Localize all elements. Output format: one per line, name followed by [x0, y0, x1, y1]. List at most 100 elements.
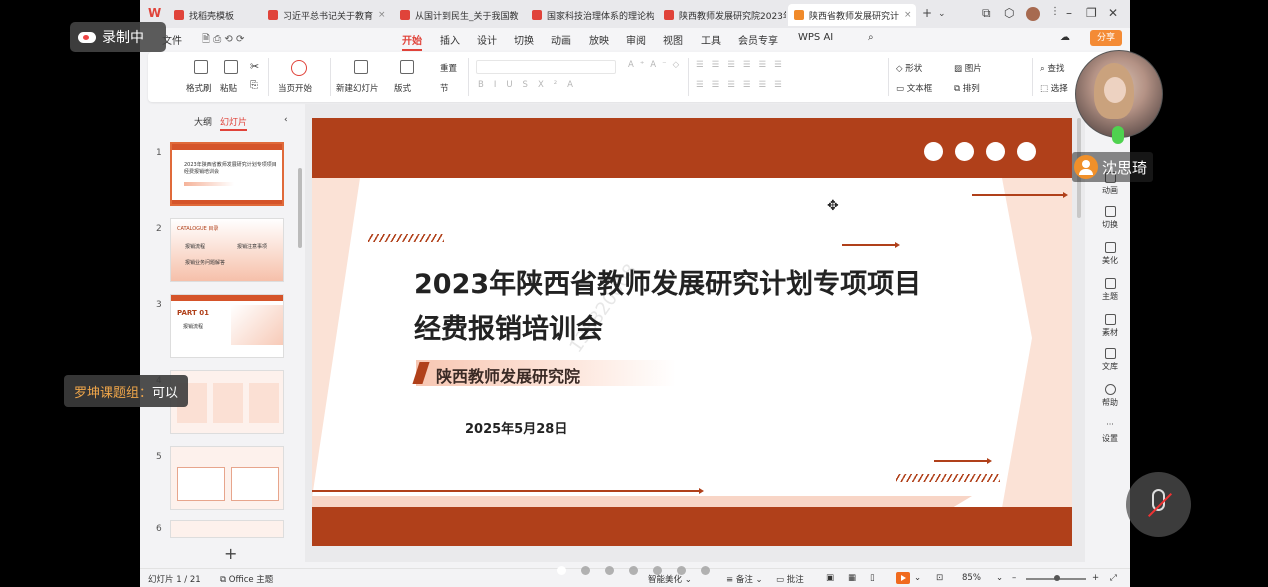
slide-editor-canvas[interactable]: 138820008 2023年陕西省教师发展研究计划专项项目 经费报销培训会 陕…: [305, 104, 1085, 562]
pane-beautify[interactable]: 美化: [1095, 242, 1125, 266]
sync-icon[interactable]: ☁: [1060, 32, 1070, 43]
page-indicator-dot[interactable]: [605, 566, 614, 575]
normal-view-icon[interactable]: ▣: [826, 573, 834, 583]
minimize-icon[interactable]: –: [1066, 6, 1072, 20]
reset-button[interactable]: 重置: [440, 62, 457, 74]
menu-member[interactable]: 会员专享: [738, 32, 778, 47]
format-painter-button[interactable]: 格式刷: [186, 82, 212, 94]
font-name-select[interactable]: [476, 60, 616, 74]
menu-wps-ai[interactable]: WPS AI: [798, 32, 833, 43]
alignment-buttons[interactable]: ☰☰☰☰☰☰: [696, 80, 790, 90]
layout-button[interactable]: 版式: [394, 82, 411, 94]
zoom-slider-knob[interactable]: [1054, 575, 1060, 581]
textbox-button[interactable]: ▭ 文本框: [896, 82, 932, 94]
cube-icon[interactable]: ⬡: [1004, 6, 1014, 20]
zoom-menu-icon[interactable]: ⌄: [996, 573, 1003, 583]
close-window-icon[interactable]: ✕: [1108, 6, 1118, 20]
zoom-in-icon[interactable]: +: [1092, 573, 1099, 583]
menu-insert[interactable]: 插入: [440, 32, 460, 47]
wps-logo-icon[interactable]: W: [148, 6, 164, 22]
page-indicator-dot[interactable]: [581, 566, 590, 575]
tab-outline[interactable]: 大纲: [194, 115, 212, 128]
page-indicator-dot[interactable]: [629, 566, 638, 575]
page-indicator-dot[interactable]: [557, 566, 566, 575]
play-slideshow-button[interactable]: [896, 572, 910, 584]
from-current-button[interactable]: 当页开始: [278, 82, 312, 94]
slide-title[interactable]: 2023年陕西省教师发展研究计划专项项目 经费报销培训会: [414, 262, 921, 352]
tab-doc-5[interactable]: 陕西教师发展研究院2023年: [658, 4, 786, 26]
arrange-button[interactable]: ⧉ 排列: [954, 82, 980, 94]
page-indicator-dot[interactable]: [653, 566, 662, 575]
menu-slideshow[interactable]: 放映: [589, 32, 609, 47]
paste-button[interactable]: 粘贴: [220, 82, 237, 94]
cut-icon[interactable]: ✂: [250, 60, 259, 73]
paragraph-buttons[interactable]: ☰☰☰☰☰☰: [696, 60, 790, 70]
menu-design[interactable]: 设计: [477, 32, 497, 47]
tab-doc-4[interactable]: 国家科技治理体系的理论构: [526, 4, 654, 26]
close-icon[interactable]: ×: [904, 10, 912, 20]
font-style-buttons[interactable]: BIUSX²A: [478, 80, 583, 90]
window-icon[interactable]: ⧉: [982, 6, 991, 21]
comments-button[interactable]: ▭ 批注: [776, 573, 804, 585]
slide-thumbnail-2[interactable]: CATALOGUE 目录 报销流程 报销注意事项 报销业务问题解答: [170, 218, 284, 282]
pane-help[interactable]: 帮助: [1095, 384, 1125, 408]
zoom-out-icon[interactable]: –: [1012, 573, 1016, 583]
chevron-down-icon[interactable]: ⌄: [914, 573, 921, 583]
theme-label[interactable]: ⧉ Office 主题: [220, 573, 273, 585]
pane-transition[interactable]: 切换: [1095, 206, 1125, 230]
collapse-panel-icon[interactable]: ‹: [284, 115, 288, 125]
fit-window-icon[interactable]: ⊡: [936, 573, 943, 583]
new-tab-icon[interactable]: +: [922, 6, 932, 20]
tab-doc-3[interactable]: 从国计到民生_关于我国教: [394, 4, 522, 26]
menu-review[interactable]: 审阅: [626, 32, 646, 47]
slide-thumbnail-5[interactable]: [170, 446, 284, 510]
close-icon[interactable]: ×: [378, 10, 386, 20]
current-slide[interactable]: 138820008 2023年陕西省教师发展研究计划专项项目 经费报销培训会 陕…: [312, 118, 1072, 546]
recording-indicator[interactable]: 录制中: [70, 22, 166, 52]
participant-video-thumbnail[interactable]: [1075, 50, 1163, 138]
search-icon[interactable]: ⌕: [868, 32, 874, 43]
menu-transition[interactable]: 切换: [514, 32, 534, 47]
mute-microphone-button[interactable]: [1126, 472, 1191, 537]
pane-library[interactable]: 文库: [1095, 348, 1125, 372]
share-button[interactable]: 分享: [1090, 30, 1122, 46]
tab-docer[interactable]: 找稻壳模板: [168, 4, 258, 26]
copy-icon[interactable]: ⎘: [250, 80, 258, 91]
organization-name[interactable]: 陕西教师发展研究院: [436, 363, 580, 387]
select-button[interactable]: ⬚ 选择: [1040, 82, 1068, 94]
slide-thumbnail-1[interactable]: 2023年陕西省教师发展研究计划专项项目经费报销培训会: [170, 142, 284, 206]
notes-button[interactable]: ≡ 备注 ⌄: [726, 573, 763, 585]
smart-beautify-button[interactable]: 智能美化 ⌄: [648, 573, 692, 585]
grid-view-icon[interactable]: ▦: [848, 573, 856, 583]
fullscreen-icon[interactable]: ⤢: [1110, 573, 1117, 583]
page-indicator-dot[interactable]: [701, 566, 710, 575]
menu-animation[interactable]: 动画: [551, 32, 571, 47]
reading-view-icon[interactable]: ▯: [870, 573, 875, 583]
tab-doc-2[interactable]: 习近平总书记关于教育 ×: [262, 4, 390, 26]
quick-access-icons[interactable]: 🗎 ⎙ ⟲ ⟳: [202, 32, 244, 49]
slide-date[interactable]: 2025年5月28日: [465, 418, 567, 437]
chevron-down-icon[interactable]: ⌄: [938, 9, 946, 19]
menu-home[interactable]: 开始: [402, 32, 422, 51]
zoom-level[interactable]: 85%: [962, 573, 981, 583]
pane-assets[interactable]: 素材: [1095, 314, 1125, 338]
find-button[interactable]: ⌕ 查找: [1040, 62, 1064, 74]
section-button[interactable]: 节: [440, 82, 449, 94]
menu-tools[interactable]: 工具: [701, 32, 721, 47]
pane-settings[interactable]: ··· 设置: [1095, 420, 1125, 444]
pane-theme[interactable]: 主题: [1095, 278, 1125, 302]
panel-scrollbar[interactable]: [298, 168, 302, 248]
shape-button[interactable]: ◇ 形状: [896, 62, 922, 74]
add-slide-icon[interactable]: +: [224, 544, 237, 563]
font-size-buttons[interactable]: A⁺A⁻◇: [628, 60, 685, 70]
user-avatar[interactable]: [1026, 7, 1040, 21]
slide-thumbnail-6[interactable]: [170, 520, 284, 538]
menu-view[interactable]: 视图: [663, 32, 683, 47]
restore-icon[interactable]: ❐: [1086, 6, 1097, 20]
slide-thumbnail-3[interactable]: PART 01 报销流程: [170, 294, 284, 358]
more-icon[interactable]: ⋮: [1050, 6, 1060, 17]
new-slide-button[interactable]: 新建幻灯片: [336, 82, 379, 94]
page-indicator-dot[interactable]: [677, 566, 686, 575]
image-button[interactable]: ▨ 图片: [954, 62, 982, 74]
tab-slides[interactable]: 幻灯片: [220, 115, 248, 131]
